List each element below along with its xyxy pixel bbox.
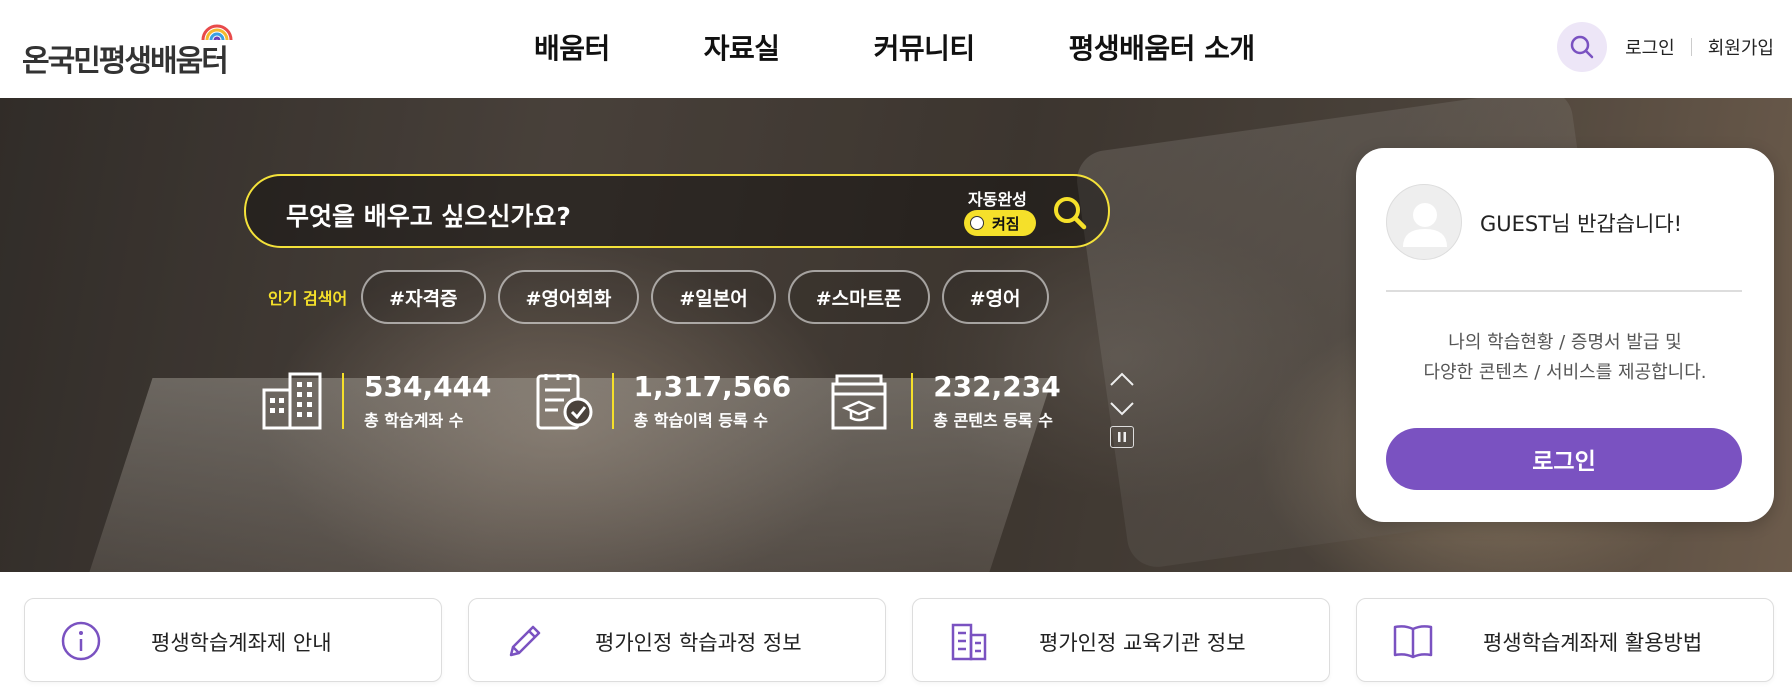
stat-divider [611, 373, 614, 429]
book-icon [1393, 625, 1433, 659]
search-submit-button[interactable] [1050, 193, 1090, 233]
keyword-chip[interactable]: #영어회화 [497, 270, 640, 324]
stats-next-button[interactable] [1108, 396, 1136, 422]
greeting-text: GUEST님 반갑습니다! [1480, 212, 1683, 236]
stats-controls [1108, 366, 1136, 452]
info-icon [61, 621, 101, 661]
keyword-chip[interactable]: #영어 [941, 270, 1049, 324]
header-utility: 로그인 회원가입 [1557, 22, 1774, 72]
chevron-down-icon [1110, 402, 1134, 416]
autocomplete-label: 자동완성 [968, 190, 1027, 209]
stat-item: 534,444 총 학습계좌 수 [258, 370, 492, 432]
pencil-icon [509, 625, 541, 657]
user-icon [1403, 203, 1447, 247]
stat-divider [342, 373, 344, 429]
nav-item-about[interactable]: 평생배움터 소개 [1069, 27, 1256, 67]
login-card: GUEST님 반갑습니다! 나의 학습현황 / 증명서 발급 및 다양한 콘텐츠… [1356, 148, 1774, 522]
chevron-up-icon [1110, 372, 1134, 386]
header-signup-link[interactable]: 회원가입 [1708, 34, 1774, 60]
popular-keywords-label: 인기 검색어 [268, 289, 348, 308]
header-login-link[interactable]: 로그인 [1625, 34, 1675, 60]
login-button[interactable]: 로그인 [1386, 428, 1742, 490]
building-icon [951, 623, 987, 661]
stats-row: 534,444 총 학습계좌 수 1,317,566 총 학습이력 등록 수 2… [258, 370, 1097, 432]
autocomplete-toggle[interactable]: 켜짐 [964, 210, 1036, 236]
search-input[interactable]: 무엇을 배우고 싶으신가요? [286, 197, 571, 233]
nav-item-learning[interactable]: 배움터 [534, 27, 610, 67]
quick-link-label: 평생학습계좌제 활용방법 [1483, 631, 1703, 655]
quick-link-label: 평생학습계좌제 안내 [151, 631, 332, 655]
logo-text: 온국민평생배움터 [22, 44, 229, 79]
stat-value: 232,234 [933, 370, 1061, 403]
stat-divider [911, 373, 914, 429]
keyword-chip[interactable]: #자격증 [361, 270, 486, 324]
autocomplete-state: 켜짐 [992, 215, 1020, 233]
stat-label: 총 학습계좌 수 [364, 411, 464, 430]
search-icon [1570, 35, 1594, 59]
quick-link-institutions[interactable]: 평가인정 교육기관 정보 [912, 598, 1330, 682]
stat-value: 534,444 [364, 370, 492, 403]
header-search-button[interactable] [1557, 22, 1608, 72]
stat-label: 총 학습이력 등록 수 [633, 411, 769, 430]
site-header: 온국민평생배움터 배움터 자료실 커뮤니티 평생배움터 소개 로그인 회원가입 [0, 0, 1792, 98]
quick-links: 평생학습계좌제 안내 평가인정 학습과정 정보 평가인정 교육기관 정보 평생학… [24, 598, 1774, 682]
nav-item-community[interactable]: 커뮤니티 [874, 27, 976, 67]
building-icon [262, 372, 322, 430]
keyword-chip[interactable]: #일본어 [651, 270, 776, 324]
checklist-icon [536, 374, 593, 430]
quick-link-label: 평가인정 학습과정 정보 [595, 631, 802, 655]
stat-value: 1,317,566 [633, 370, 792, 403]
stat-item: 232,234 총 콘텐츠 등록 수 [827, 370, 1061, 432]
main-search-box[interactable]: 무엇을 배우고 싶으신가요? 자동완성 켜짐 [244, 174, 1110, 248]
search-icon [1054, 197, 1087, 230]
stat-item: 1,317,566 총 학습이력 등록 수 [528, 370, 792, 432]
quick-link-usage[interactable]: 평생학습계좌제 활용방법 [1356, 598, 1774, 682]
quick-link-label: 평가인정 교육기관 정보 [1039, 631, 1246, 655]
toggle-knob [970, 216, 984, 230]
main-nav: 배움터 자료실 커뮤니티 평생배움터 소개 [534, 27, 1349, 67]
stats-prev-button[interactable] [1108, 366, 1136, 392]
stat-label: 총 콘텐츠 등록 수 [933, 411, 1053, 430]
divider [1690, 38, 1692, 56]
content-box-icon [831, 374, 887, 430]
login-card-description: 나의 학습현황 / 증명서 발급 및 다양한 콘텐츠 / 서비스를 제공합니다. [1356, 328, 1774, 388]
quick-link-courses[interactable]: 평가인정 학습과정 정보 [468, 598, 886, 682]
pause-icon [1118, 432, 1126, 442]
popular-keywords: 인기 검색어 #자격증 #영어회화 #일본어 #스마트폰 #영어 [268, 270, 1061, 324]
nav-item-archive[interactable]: 자료실 [704, 27, 780, 67]
description-line: 나의 학습현황 / 증명서 발급 및 [1448, 332, 1682, 353]
stats-pause-button[interactable] [1110, 426, 1134, 448]
quick-link-guide[interactable]: 평생학습계좌제 안내 [24, 598, 442, 682]
hero-banner: 무엇을 배우고 싶으신가요? 자동완성 켜짐 인기 검색어 #자격증 #영어회화… [0, 98, 1792, 572]
keyword-chip[interactable]: #스마트폰 [787, 270, 930, 324]
divider [1386, 290, 1742, 292]
site-logo[interactable]: 온국민평생배움터 [22, 18, 242, 79]
description-line: 다양한 콘텐츠 / 서비스를 제공합니다. [1423, 362, 1707, 383]
avatar [1386, 184, 1462, 260]
